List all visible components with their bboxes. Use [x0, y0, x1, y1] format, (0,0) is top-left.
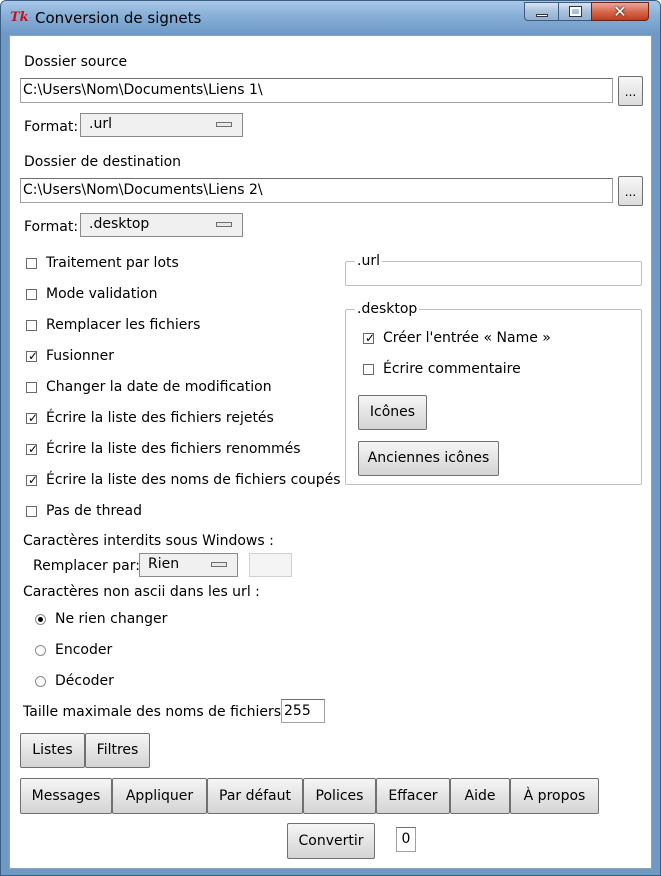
option-checkbox-label: Mode validation — [46, 286, 158, 302]
checkmark-icon: ✓ — [28, 442, 39, 456]
option-checkbox-label: Écrire la liste des noms de fichiers cou… — [46, 472, 341, 488]
maximize-icon — [569, 6, 582, 17]
minimize-icon — [536, 14, 548, 17]
radio-dot-icon — [38, 617, 43, 622]
dropdown-indicator-icon — [216, 122, 232, 127]
icons-button[interactable]: Icônes — [358, 395, 427, 430]
checkmark-icon: ✓ — [28, 411, 39, 425]
replace-custom-input[interactable] — [249, 553, 292, 577]
button-1[interactable]: Filtres — [85, 733, 150, 768]
option-checkbox-label: Écrire la liste des fichiers renommés — [46, 441, 301, 457]
dropdown-indicator-icon — [211, 562, 227, 567]
dropdown-indicator-icon — [216, 222, 232, 227]
nonascii-radio-label: Ne rien changer — [55, 611, 168, 627]
option-checkbox-label: Écrire la liste des fichiers rejetés — [46, 410, 274, 426]
title-bar[interactable]: Tk Conversion de signets ✕ — [1, 1, 660, 35]
checkbox-box[interactable] — [26, 382, 37, 393]
max-length-input[interactable]: 255 — [281, 699, 325, 723]
checkmark-icon: ✓ — [365, 331, 376, 345]
button-0[interactable]: Listes — [20, 733, 85, 768]
replace-with-value: Rien — [148, 556, 180, 572]
desktop-checkbox-label: Écrire commentaire — [383, 361, 521, 377]
radio-circle[interactable] — [35, 676, 46, 687]
checkbox-box[interactable] — [26, 320, 37, 331]
forbidden-chars-label: Caractères interdits sous Windows : — [23, 533, 274, 549]
nonascii-radio-label: Encoder — [55, 642, 113, 658]
app-window: Tk Conversion de signets ✕ Dossier sourc… — [0, 0, 661, 876]
max-length-label: Taille maximale des noms de fichiers : — [23, 704, 291, 720]
action-button-5[interactable]: Aide — [450, 778, 510, 814]
checkmark-icon: ✓ — [28, 473, 39, 487]
action-button-6[interactable]: À propos — [510, 778, 599, 814]
action-button-1[interactable]: Appliquer — [112, 778, 207, 814]
close-button[interactable]: ✕ — [591, 2, 649, 21]
source-path-input[interactable]: C:\Users\Nom\Documents\Liens 1\ — [20, 78, 613, 103]
option-checkbox-label: Traitement par lots — [46, 255, 179, 271]
replace-with-label: Remplacer par: — [33, 558, 140, 574]
option-checkbox-label: Changer la date de modification — [46, 379, 272, 395]
destination-path-input[interactable]: C:\Users\Nom\Documents\Liens 2\ — [20, 178, 613, 203]
desktop-frame-title: .desktop — [355, 300, 420, 318]
old-icons-button[interactable]: Anciennes icônes — [358, 441, 499, 476]
action-button-3[interactable]: Polices — [303, 778, 376, 814]
option-checkbox-label: Fusionner — [46, 348, 115, 364]
source-format-dropdown[interactable]: .url — [80, 113, 243, 137]
nonascii-label: Caractères non ascii dans les url : — [23, 584, 260, 600]
replace-with-dropdown[interactable]: Rien — [139, 553, 238, 577]
source-folder-label: Dossier source — [24, 54, 128, 70]
action-button-4[interactable]: Effacer — [376, 778, 450, 814]
url-options-frame: .url — [345, 252, 642, 286]
minimize-button[interactable] — [524, 2, 559, 21]
convert-button[interactable]: Convertir — [287, 823, 375, 859]
radio-circle[interactable] — [35, 645, 46, 656]
action-button-0[interactable]: Messages — [20, 778, 112, 814]
close-icon: ✕ — [613, 2, 627, 21]
maximize-button[interactable] — [558, 2, 592, 21]
client-area: Dossier source C:\Users\Nom\Documents\Li… — [9, 35, 652, 869]
source-format-label: Format: — [24, 119, 79, 135]
source-format-value: .url — [89, 116, 112, 132]
checkbox-box[interactable] — [363, 364, 374, 375]
destination-format-dropdown[interactable]: .desktop — [80, 213, 243, 237]
tk-feather-icon: Tk — [10, 10, 29, 25]
checkbox-box[interactable] — [26, 289, 37, 300]
destination-format-label: Format: — [24, 219, 79, 235]
option-checkbox-label: Pas de thread — [46, 503, 142, 519]
checkbox-box[interactable]: ✓ — [26, 442, 38, 456]
checkbox-box[interactable] — [26, 258, 37, 269]
desktop-checkbox-label: Créer l'entrée « Name » — [383, 330, 551, 346]
checkbox-box[interactable]: ✓ — [26, 349, 38, 363]
action-button-2[interactable]: Par défaut — [207, 778, 303, 814]
destination-folder-label: Dossier de destination — [24, 154, 182, 170]
destination-browse-button[interactable]: ... — [618, 176, 643, 206]
destination-format-value: .desktop — [89, 216, 150, 232]
radio-circle[interactable] — [35, 614, 46, 625]
converted-count: 0 — [396, 827, 416, 852]
option-checkbox-label: Remplacer les fichiers — [46, 317, 201, 333]
url-frame-title: .url — [355, 252, 382, 270]
source-browse-button[interactable]: ... — [618, 76, 643, 106]
window-title: Conversion de signets — [35, 9, 202, 27]
checkbox-box[interactable] — [26, 506, 37, 517]
checkmark-icon: ✓ — [28, 349, 39, 363]
checkbox-box[interactable]: ✓ — [26, 411, 38, 425]
checkbox-box[interactable]: ✓ — [26, 473, 38, 487]
nonascii-radio-label: Décoder — [55, 673, 114, 689]
checkbox-box[interactable]: ✓ — [363, 331, 375, 345]
desktop-options-frame: .desktop ✓ Créer l'entrée « Name » Écrire … — [345, 300, 642, 485]
